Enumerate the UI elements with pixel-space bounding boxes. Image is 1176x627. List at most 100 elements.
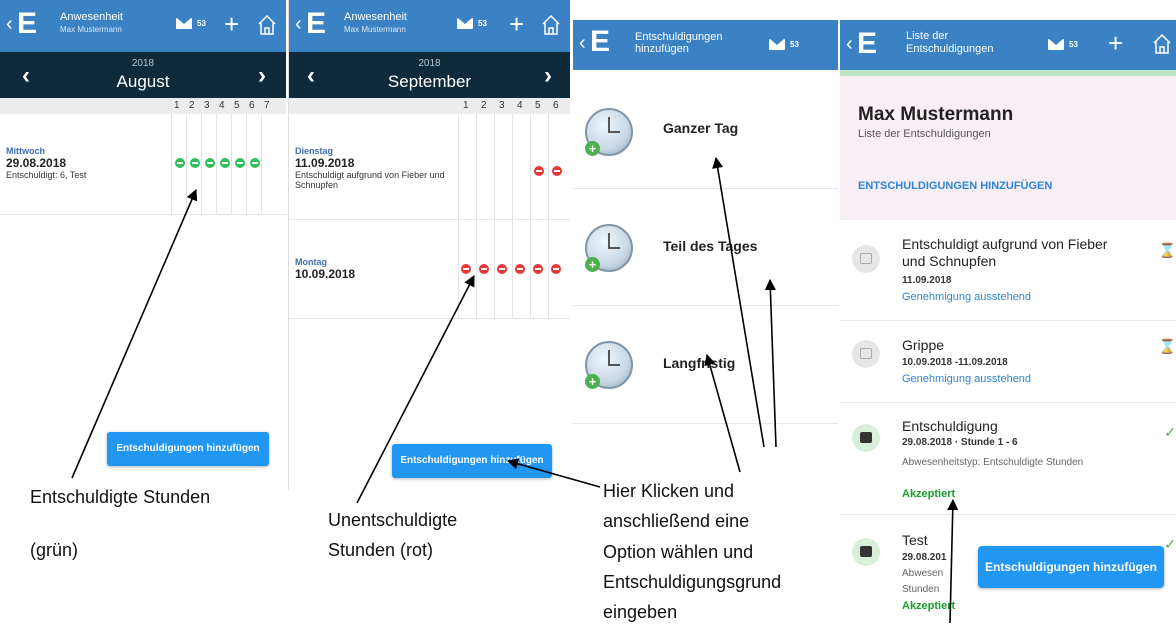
add-icon[interactable]: + (224, 9, 239, 39)
option-part-of-day[interactable]: + Teil des Tages (573, 188, 838, 306)
mail-count: 53 (197, 19, 206, 28)
page-subtitle: Liste der Entschuldigungen (858, 128, 991, 140)
grid-line (494, 114, 495, 319)
caption-unexcused: Unentschuldigte (328, 510, 458, 530)
option-label: Langfristig (663, 355, 736, 371)
excuse-title: Test (902, 532, 928, 548)
excused-period-icon (250, 158, 260, 168)
screen-attendance-august: ‹ E Anwesenheit Max Mustermann 53 + ‹ 20… (0, 0, 286, 480)
app-logo: E (590, 25, 611, 58)
next-month-button[interactable]: › (544, 62, 552, 90)
excuse-date: 11.09.2018 (902, 275, 952, 286)
mail-icon[interactable] (176, 18, 192, 29)
back-button[interactable]: ‹ (579, 32, 586, 54)
option-full-day[interactable]: + Ganzer Tag (573, 70, 838, 188)
grid-line (201, 114, 202, 214)
month-label: September (387, 72, 472, 91)
top-bar: ‹ E Anwesenheit Max Mustermann 53 + (0, 0, 286, 52)
add-excuses-link[interactable]: ENTSCHULDIGUNGEN HINZUFÜGEN (858, 180, 1052, 192)
add-excuses-fab[interactable]: Entschuldigungen hinzufügen (978, 546, 1164, 588)
unexcused-period-icon (552, 166, 562, 176)
calendar-icon (852, 538, 880, 566)
divider (573, 423, 838, 424)
period-number: 2 (189, 100, 195, 111)
entry-note: Entschuldigt aufgrund von Fieber und Sch… (295, 170, 445, 190)
excuse-list-item[interactable]: Entschuldigung 29.08.2018 · Stunde 1 - 6… (840, 402, 1176, 514)
page-title-line1: Liste der (906, 30, 949, 42)
caption-excused: Entschuldigte Stunden (30, 487, 211, 507)
home-icon[interactable] (1152, 32, 1172, 56)
weekday: Montag (295, 257, 327, 267)
period-number: 3 (499, 100, 505, 111)
mail-count: 53 (1069, 40, 1078, 49)
page-title-line1: Entschuldigungen (635, 31, 723, 43)
screen-excuse-list: ‹ E Liste der Entschuldigungen 53 + Max … (840, 0, 1176, 623)
clock-add-icon: + (585, 108, 633, 156)
back-button[interactable]: ‹ (846, 33, 853, 55)
grid-line (216, 114, 217, 214)
mail-icon[interactable] (457, 18, 473, 29)
caption-instruction: Entschuldigungsgrund (603, 572, 782, 592)
excused-period-icon (205, 158, 215, 168)
excuse-status: Genehmigung ausstehend (902, 291, 1032, 303)
home-icon[interactable] (541, 13, 561, 37)
month-label: August (116, 72, 170, 91)
calendar-icon (852, 424, 880, 452)
excuse-date: 10.09.2018 -11.09.2018 (902, 357, 1008, 368)
page-title: Anwesenheit (344, 11, 407, 23)
grid-line (171, 114, 172, 214)
option-long-term[interactable]: + Langfristig (573, 305, 838, 423)
excuse-detail: Abwesen (902, 568, 944, 579)
period-number: 1 (463, 100, 469, 111)
back-button[interactable]: ‹ (6, 13, 13, 35)
excuse-date: 29.08.201 (902, 552, 947, 563)
attendance-entry[interactable]: Mittwoch 29.08.2018 Entschuldigt: 6, Tes… (6, 146, 86, 180)
grid-line (186, 114, 187, 214)
unexcused-period-icon (551, 264, 561, 274)
entry-date: 10.09.2018 (295, 267, 356, 281)
screen-attendance-september: ‹ E Anwesenheit Max Mustermann 53 + ‹ 20… (288, 0, 570, 490)
page-title-line2: Entschuldigungen (906, 43, 994, 55)
clock-add-icon: + (585, 224, 633, 272)
back-button[interactable]: ‹ (295, 13, 302, 35)
unexcused-period-icon (533, 264, 543, 274)
excuse-list-item[interactable]: Entschuldigt aufgrund von Fieber und Sch… (840, 220, 1176, 320)
app-logo: E (857, 27, 878, 60)
period-number: 4 (219, 100, 225, 111)
calendar-icon (852, 340, 880, 368)
grid-line (246, 114, 247, 214)
divider (289, 219, 570, 220)
weekday: Mittwoch (6, 146, 45, 156)
top-bar: ‹ E Liste der Entschuldigungen 53 + (840, 20, 1176, 70)
period-number: 2 (481, 100, 487, 111)
excuse-detail: Stunden (902, 584, 940, 595)
add-excuses-button[interactable]: Entschuldigungen hinzufügen (107, 432, 269, 466)
grid-line (476, 114, 477, 319)
excuse-title: Grippe (902, 337, 945, 353)
app-logo: E (306, 7, 327, 40)
excuse-status: Genehmigung ausstehend (902, 373, 1032, 385)
excuse-status: Akzeptiert (902, 488, 956, 500)
unexcused-period-icon (515, 264, 525, 274)
period-number: 1 (174, 100, 180, 111)
period-number: 7 (264, 100, 270, 111)
unexcused-period-icon (497, 264, 507, 274)
check-icon: ✓ (1164, 536, 1176, 552)
add-icon[interactable]: + (509, 9, 524, 39)
excused-period-icon (190, 158, 200, 168)
entry-date: 29.08.2018 (6, 156, 67, 170)
mail-icon[interactable] (1048, 39, 1064, 50)
attendance-entry[interactable]: Dienstag 11.09.2018 Entschuldigt aufgrun… (295, 146, 455, 190)
clock-add-icon: + (585, 341, 633, 389)
add-icon[interactable]: + (1108, 28, 1123, 58)
add-excuses-button[interactable]: Entschuldigungen hinzufügen (392, 444, 552, 478)
top-bar: ‹ E Anwesenheit Max Mustermann 53 + (289, 0, 570, 52)
mail-icon[interactable] (769, 39, 785, 50)
caption-instruction: Hier Klicken und (603, 481, 735, 501)
home-icon[interactable] (257, 13, 277, 37)
caption-instruction: anschließend eine (603, 511, 750, 531)
next-month-button[interactable]: › (258, 62, 266, 90)
attendance-entry[interactable]: Montag 10.09.2018 (295, 257, 355, 281)
month-selector: ‹ 2018 September › (289, 52, 570, 98)
excuse-list-item[interactable]: Grippe 10.09.2018 -11.09.2018 Genehmigun… (840, 320, 1176, 402)
